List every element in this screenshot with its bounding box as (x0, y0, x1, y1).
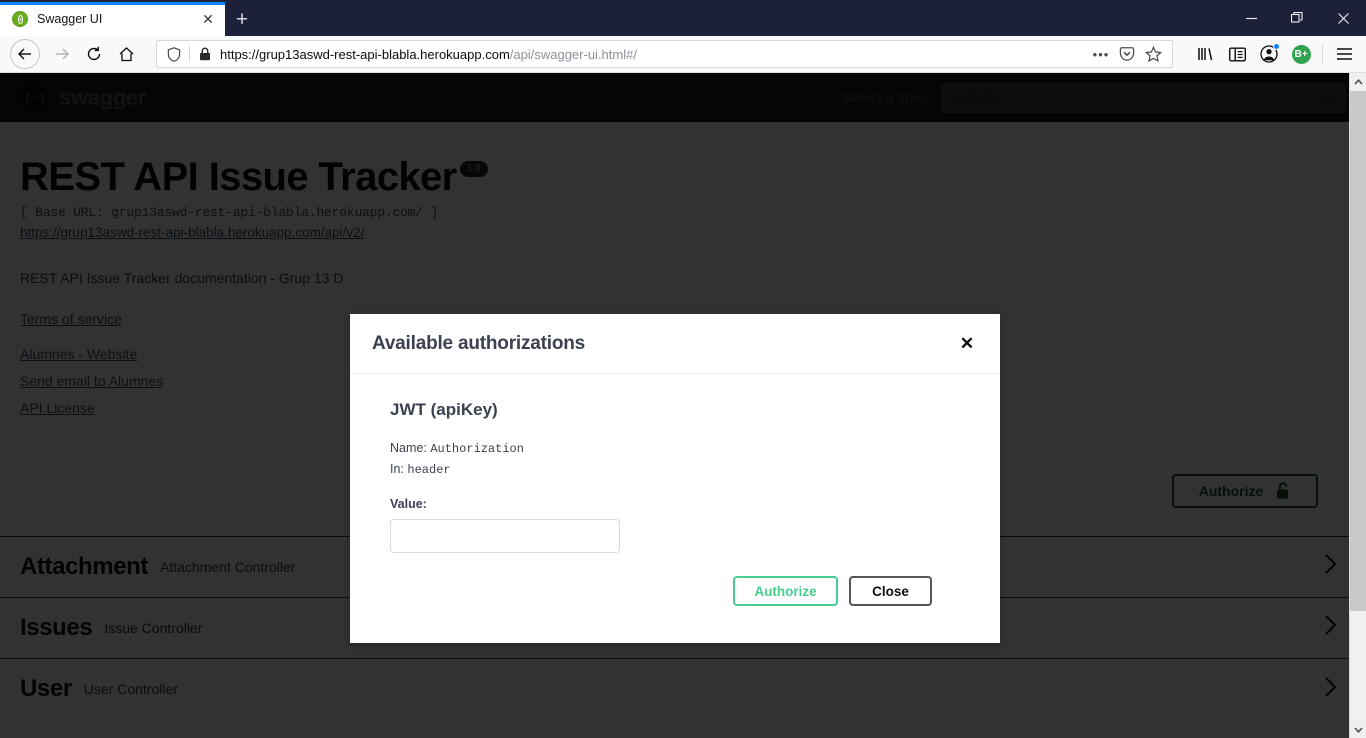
auth-name-row: Name: Authorization (390, 441, 960, 456)
url-text[interactable]: https://grup13aswd-rest-api-blabla.herok… (216, 47, 1088, 62)
reload-button[interactable] (78, 39, 110, 69)
auth-scheme-heading: JWT (apiKey) (390, 400, 960, 420)
available-authorizations-modal: Available authorizations ✕ JWT (apiKey) … (350, 314, 1000, 643)
auth-in-row: In: header (390, 462, 960, 477)
url-path: /api/swagger-ui.html#/ (509, 46, 637, 62)
url-actions: ••• (1088, 41, 1166, 67)
auth-scheme-kind: (apiKey) (430, 400, 498, 419)
browser-toolbar-right: B+ (1189, 39, 1360, 69)
auth-name-label: Name: (390, 441, 427, 455)
bookmark-star-icon[interactable] (1140, 41, 1166, 67)
account-icon[interactable] (1253, 39, 1285, 69)
new-tab-button[interactable]: + (225, 2, 259, 36)
modal-actions: Authorize Close (390, 553, 960, 606)
modal-close-button[interactable]: Close (849, 576, 932, 606)
lock-icon[interactable] (194, 47, 216, 61)
tracking-shield-icon[interactable] (163, 46, 185, 62)
modal-header: Available authorizations ✕ (350, 314, 1000, 374)
scroll-up-arrow-icon[interactable] (1350, 73, 1366, 90)
home-button[interactable] (110, 39, 142, 69)
close-window-button[interactable] (1320, 0, 1366, 36)
sidebar-icon[interactable] (1221, 39, 1253, 69)
auth-scheme-name: JWT (390, 400, 426, 419)
auth-in-value: header (407, 463, 451, 477)
page-actions-icon[interactable]: ••• (1088, 41, 1114, 67)
modal-title: Available authorizations (372, 332, 586, 354)
profile-avatar[interactable]: B+ (1285, 39, 1317, 69)
browser-tab-swagger-ui[interactable]: Swagger UI ✕ (0, 2, 225, 36)
auth-value-input[interactable] (390, 519, 620, 553)
modal-body: JWT (apiKey) Name: Authorization In: hea… (350, 374, 1000, 606)
url-bar[interactable]: https://grup13aswd-rest-api-blabla.herok… (156, 40, 1173, 68)
modal-authorize-button[interactable]: Authorize (733, 576, 838, 606)
restore-button[interactable] (1274, 0, 1320, 36)
tab-title: Swagger UI (37, 12, 103, 26)
url-host: https://grup13aswd-rest-api-blabla.herok… (220, 46, 510, 62)
value-label: Value: (390, 497, 427, 511)
forward-button[interactable] (46, 39, 78, 69)
scrollbar-thumb[interactable] (1350, 91, 1366, 611)
scroll-down-arrow-icon[interactable] (1350, 721, 1366, 738)
browser-navbar: https://grup13aswd-rest-api-blabla.herok… (0, 36, 1366, 73)
auth-in-label: In: (390, 462, 404, 476)
toolbar-divider (1322, 44, 1323, 64)
page-viewport: {···} swagger Select a spec default REST… (0, 73, 1366, 738)
avatar-label: B+ (1291, 44, 1311, 64)
auth-name-value: Authorization (430, 442, 524, 456)
tab-close-icon[interactable]: ✕ (199, 10, 217, 28)
hamburger-menu-icon[interactable] (1328, 39, 1360, 69)
swagger-favicon (12, 11, 28, 27)
page-scrollbar[interactable] (1349, 73, 1366, 738)
library-icon[interactable] (1189, 39, 1221, 69)
url-divider (189, 46, 190, 62)
window-controls (1228, 0, 1366, 36)
close-icon[interactable]: ✕ (956, 333, 978, 355)
browser-window: Swagger UI ✕ + https://grup13aswd-rest-a… (0, 0, 1366, 738)
browser-titlebar: Swagger UI ✕ + (0, 0, 1366, 36)
back-button[interactable] (10, 39, 40, 69)
account-notification-dot (1273, 43, 1280, 50)
minimize-button[interactable] (1228, 0, 1274, 36)
pocket-icon[interactable] (1114, 41, 1140, 67)
